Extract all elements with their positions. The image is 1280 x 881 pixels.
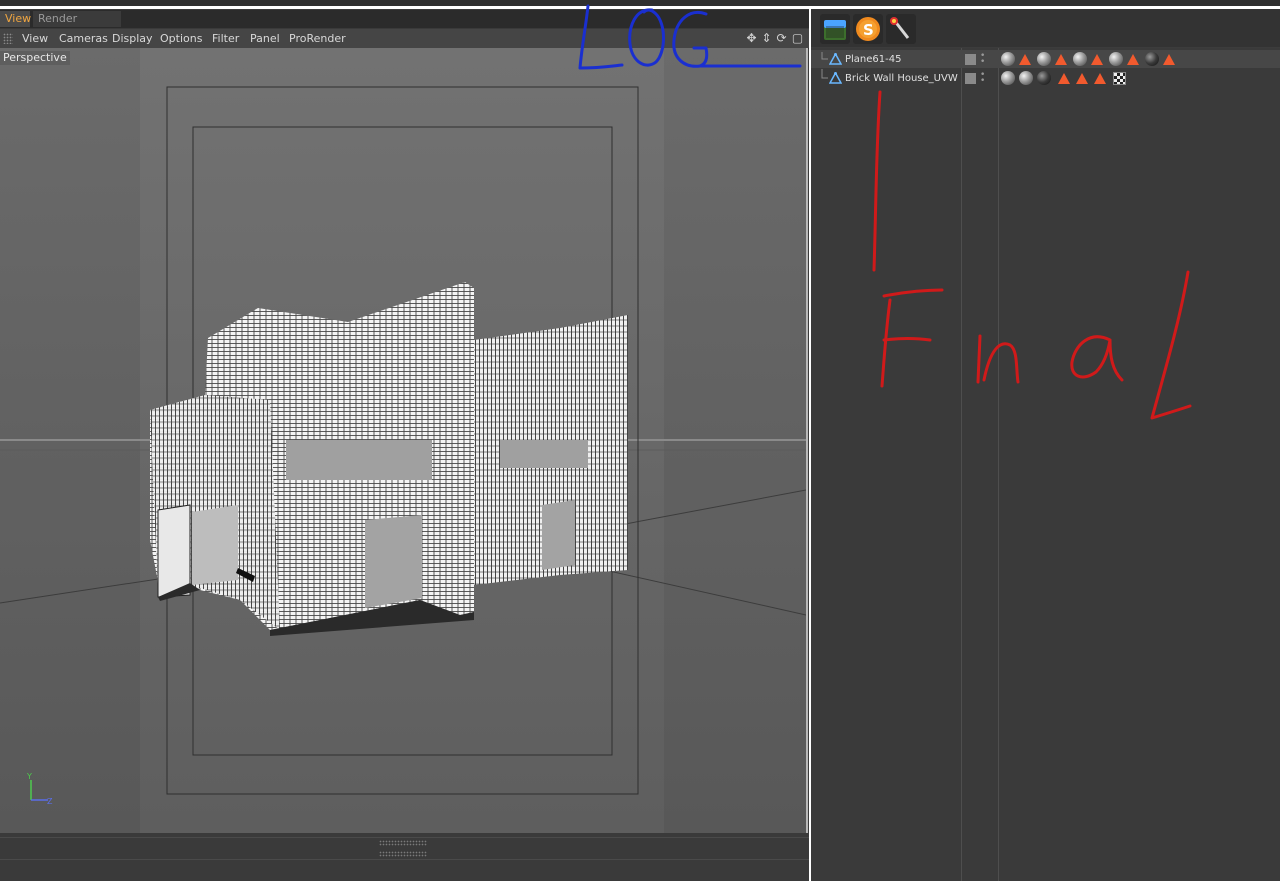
phong-tag-icon[interactable]	[1058, 73, 1070, 84]
material-tag-icon[interactable]	[1001, 71, 1015, 85]
object-name: Brick Wall House_UVW	[845, 73, 958, 84]
phong-tag-icon[interactable]	[1163, 54, 1175, 65]
viewport-bottom-area	[0, 833, 809, 881]
material-tag-dark-icon[interactable]	[1037, 71, 1051, 85]
rotate-view-icon[interactable]: ⟳	[775, 30, 788, 46]
object-list	[811, 48, 1280, 881]
dolly-view-icon[interactable]: ⇕	[760, 30, 773, 46]
menu-filter[interactable]: Filter	[212, 32, 239, 45]
3d-viewport[interactable]	[0, 48, 808, 833]
tab-render-settings[interactable]: Render Settings	[33, 11, 121, 41]
divider	[0, 837, 809, 838]
drag-grip-icon[interactable]	[3, 33, 13, 44]
viewport-tab-bar: View Render Settings	[0, 10, 809, 41]
phong-tag-icon[interactable]	[1127, 54, 1139, 65]
scene-render	[0, 48, 806, 833]
menu-options[interactable]: Options	[160, 32, 202, 45]
menu-view[interactable]: View	[22, 32, 48, 45]
column-divider	[998, 48, 999, 881]
axis-label-z: Z	[47, 797, 53, 806]
resize-grip-icon[interactable]	[379, 840, 427, 846]
polygon-object-icon	[829, 72, 842, 84]
view-label-perspective[interactable]: Perspective	[0, 51, 70, 65]
material-tag-dark-icon[interactable]	[1145, 52, 1159, 66]
phong-tag-icon[interactable]	[1055, 54, 1067, 65]
menu-display[interactable]: Display	[112, 32, 153, 45]
divider	[0, 859, 809, 860]
material-tag-icon[interactable]	[1019, 71, 1033, 85]
layer-toggle-icon[interactable]	[965, 54, 976, 65]
phong-tag-icon[interactable]	[1019, 54, 1031, 65]
object-manager-toolbar: S	[811, 9, 1280, 47]
s-plugin-icon[interactable]: S	[853, 14, 883, 44]
phong-tag-icon[interactable]	[1094, 73, 1106, 84]
menu-panel[interactable]: Panel	[250, 32, 280, 45]
axis-gizmo-icon: Y Z	[26, 772, 53, 806]
polygon-object-icon	[829, 53, 842, 65]
material-tag-icon[interactable]	[1073, 52, 1087, 66]
resize-grip-icon[interactable]	[379, 851, 427, 857]
texture-tag-icon[interactable]	[1113, 72, 1126, 85]
material-tag-icon[interactable]	[1037, 52, 1051, 66]
cube-layer-icon[interactable]	[820, 14, 850, 44]
object-row[interactable]: Plane61-45 • •	[820, 50, 1280, 68]
axis-label-y: Y	[26, 772, 32, 781]
visibility-dots-icon[interactable]: • •	[980, 71, 985, 86]
object-row[interactable]: Brick Wall House_UVW • •	[820, 69, 1280, 87]
toggle-layout-icon[interactable]: ▢	[791, 30, 804, 46]
svg-text:S: S	[863, 21, 874, 39]
object-name: Plane61-45	[845, 54, 902, 65]
top-strip	[0, 0, 1280, 6]
material-tag-icon[interactable]	[1001, 52, 1015, 66]
menu-prorender[interactable]: ProRender	[289, 32, 346, 45]
visibility-dots-icon[interactable]: • •	[980, 52, 985, 67]
phong-tag-icon[interactable]	[1091, 54, 1103, 65]
layer-toggle-icon[interactable]	[965, 73, 976, 84]
material-tag-icon[interactable]	[1109, 52, 1123, 66]
move-view-icon[interactable]: ✥	[745, 30, 758, 46]
column-divider	[961, 48, 962, 881]
phong-tag-icon[interactable]	[1076, 73, 1088, 84]
viewport-menu-bar: View Cameras Display Options Filter Pane…	[0, 29, 809, 49]
menu-cameras[interactable]: Cameras	[59, 32, 108, 45]
tab-view[interactable]: View	[0, 11, 31, 27]
magic-wand-icon[interactable]	[886, 14, 916, 44]
